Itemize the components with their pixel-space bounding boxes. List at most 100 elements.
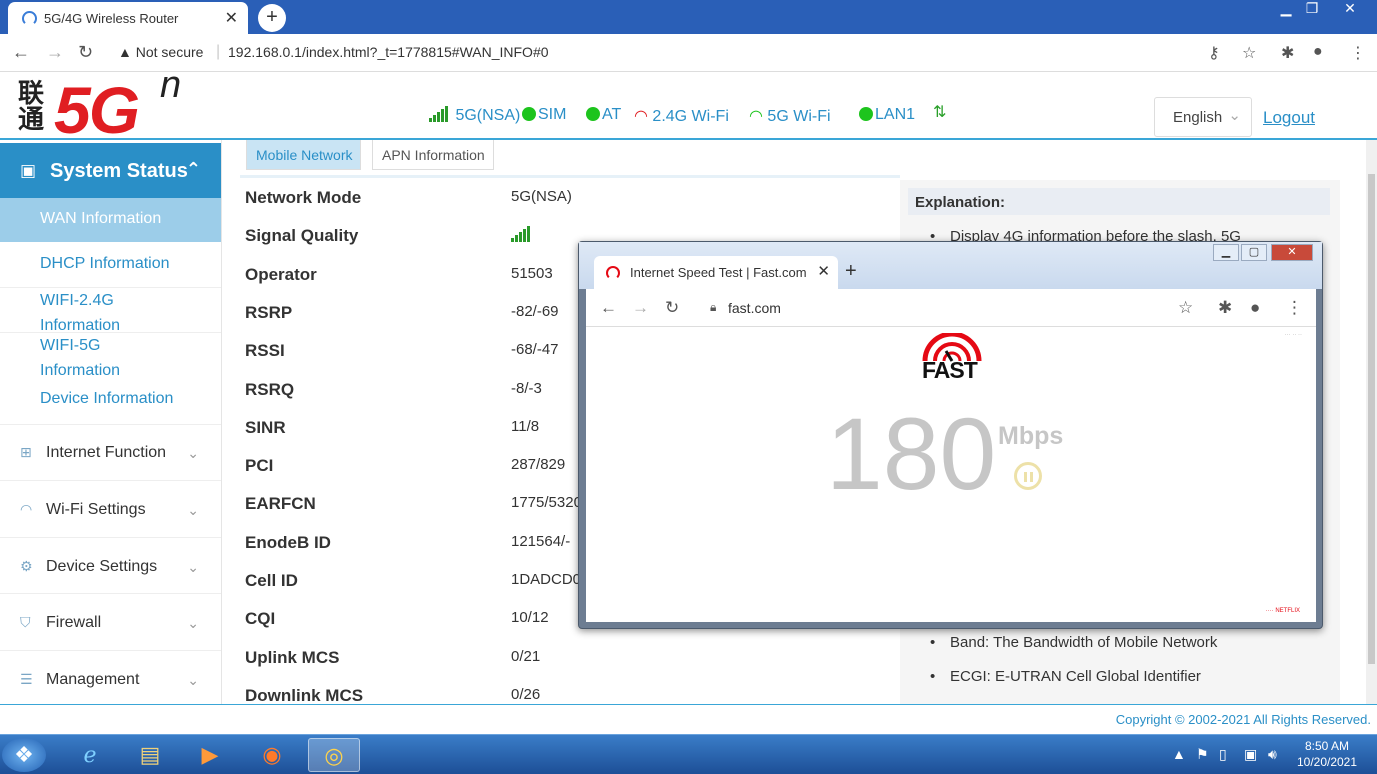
sidebar: ▣ System Status ⌃ WAN Information DHCP I… — [0, 140, 222, 704]
sim-dot-icon — [522, 107, 536, 121]
browser-tab[interactable]: 5G/4G Wireless Router ✕ — [8, 2, 248, 34]
browser-toolbar: ← → ↻ ▲ Not secure | 192.168.0.1/index.h… — [0, 34, 1377, 72]
shield-icon: ⛉ — [20, 614, 31, 630]
monitor-icon: ▣ — [20, 161, 37, 180]
top-links[interactable]: ··· ·· ·· — [1285, 332, 1302, 338]
new-tab-button[interactable]: + — [258, 4, 286, 32]
grid-icon: ⊞ — [20, 444, 32, 460]
sidebar-item-wifi-settings[interactable]: ◠ Wi-Fi Settings ⌄ — [0, 480, 221, 537]
scrollbar-thumb[interactable] — [1368, 174, 1375, 664]
tab-favicon-icon — [22, 11, 37, 26]
back-icon[interactable]: ← — [600, 298, 617, 318]
row-value: -8/-3 — [511, 379, 542, 397]
firefox-icon[interactable]: ◉ — [246, 738, 298, 772]
close-window-icon[interactable]: ✕ — [1271, 244, 1313, 261]
explanation-item: Band: The Bandwidth of Mobile Network — [930, 634, 1217, 651]
row-value: 5G(NSA) — [511, 188, 572, 205]
sidebar-item-firewall[interactable]: ⛉ Firewall ⌄ — [0, 593, 221, 650]
row-value: 51503 — [511, 264, 553, 282]
network-icon[interactable]: ▣ — [1244, 746, 1257, 763]
popup-tab-title: Internet Speed Test | Fast.com — [630, 265, 807, 280]
system-status-menu[interactable]: ▣ System Status ⌃ — [0, 143, 221, 198]
at-dot-icon — [586, 107, 600, 121]
row-value: 287/829 — [511, 456, 566, 474]
tab-underline — [240, 175, 900, 178]
profile-icon[interactable]: ● — [1313, 43, 1323, 61]
speedtest-browser-window[interactable]: Internet Speed Test | Fast.com ✕ + ▁ ▢ ✕… — [578, 241, 1323, 629]
explanation-title: Explanation: — [908, 188, 1330, 215]
pause-icon[interactable] — [1014, 462, 1042, 490]
action-center-icon[interactable]: ⚑ — [1196, 746, 1209, 763]
sidebar-item-wan-information[interactable]: WAN Information — [0, 198, 221, 242]
popup-titlebar: Internet Speed Test | Fast.com ✕ + ▁ ▢ ✕ — [579, 242, 1322, 289]
file-explorer-icon[interactable]: ▤ — [124, 738, 176, 772]
menu-dots-icon[interactable]: ⋮ — [1350, 43, 1366, 63]
logout-link[interactable]: Logout — [1263, 108, 1315, 128]
sidebar-item-device-information[interactable]: Device Information — [0, 390, 221, 408]
row-label: RSRP — [245, 302, 293, 322]
key-icon[interactable]: ⚷ — [1208, 43, 1220, 63]
tab-mobile-network[interactable]: Mobile Network — [246, 140, 362, 170]
maximize-icon[interactable]: ▢ — [1241, 244, 1267, 261]
chrome-icon[interactable]: ◎ — [308, 738, 360, 772]
bookmark-star-icon[interactable]: ☆ — [1242, 43, 1256, 63]
netflix-badge: ···· NETFLIX — [1265, 608, 1300, 614]
sidebar-item-wifi5-information[interactable]: WIFI-5G Information — [0, 332, 221, 383]
row-label: EnodeB ID — [245, 532, 331, 552]
internet-explorer-icon[interactable]: ℯ — [64, 738, 116, 772]
language-select[interactable]: English — [1154, 97, 1252, 137]
url-field[interactable]: 192.168.0.1/index.html?_t=1778815#WAN_IN… — [228, 44, 549, 60]
fast-logo-text: FAST — [922, 357, 978, 383]
device-icon[interactable]: ▯ — [1219, 746, 1227, 763]
new-tab-button[interactable]: + — [845, 260, 857, 283]
sidebar-item-wifi24-information[interactable]: WIFI-2.4G Information — [0, 287, 221, 338]
close-tab-icon[interactable]: ✕ — [817, 262, 830, 280]
sidebar-item-management[interactable]: ☰ Management ⌄ — [0, 650, 221, 704]
back-icon[interactable]: ← — [12, 42, 30, 63]
close-tab-icon[interactable]: ✕ — [225, 8, 238, 28]
row-label: SINR — [245, 417, 286, 437]
minimize-icon[interactable]: ▁ — [1213, 244, 1239, 261]
row-label: Uplink MCS — [245, 647, 340, 667]
network-mode-status: 5G(NSA) — [455, 107, 521, 124]
data-transfer-icon: ⇅ — [933, 104, 947, 121]
sidebar-item-device-settings[interactable]: ⚙ Device Settings ⌄ — [0, 537, 221, 593]
sidebar-item-internet-function[interactable]: ⊞ Internet Function ⌄ — [0, 424, 221, 480]
popup-toolbar: ← → ↻ 🔒︎ fast.com ☆ ✱ ● ⋮ — [586, 289, 1316, 327]
bookmark-star-icon[interactable]: ☆ — [1178, 298, 1193, 318]
row-label: EARFCN — [245, 494, 316, 514]
row-value: 10/12 — [511, 609, 549, 627]
copyright-text: Copyright © 2002-2021 All Rights Reserve… — [1115, 712, 1371, 727]
reload-icon[interactable]: ↻ — [665, 298, 679, 318]
row-value: 121564/- — [511, 532, 571, 550]
forward-icon[interactable]: → — [632, 298, 649, 318]
popup-tab[interactable]: Internet Speed Test | Fast.com ✕ — [594, 256, 838, 289]
not-secure-label[interactable]: ▲ Not secure — [118, 44, 203, 60]
popup-url-field[interactable]: fast.com — [728, 300, 781, 316]
at-status: AT — [586, 106, 621, 124]
tab-apn-information[interactable]: APN Information — [372, 140, 494, 170]
volume-icon[interactable]: 🔊︎ — [1268, 746, 1277, 763]
tray-expand-icon[interactable]: ▲ — [1172, 746, 1186, 762]
wifi5-status: ◠ 5G Wi-Fi — [749, 108, 831, 125]
profile-icon[interactable]: ● — [1250, 298, 1260, 318]
close-window-icon[interactable]: ✕ — [1336, 0, 1364, 18]
extensions-icon[interactable]: ✱ — [1218, 298, 1232, 318]
system-status-label: System Status — [50, 160, 188, 182]
menu-dots-icon[interactable]: ⋮ — [1286, 298, 1303, 318]
wifi-icon: ◠ — [20, 501, 33, 517]
sidebar-item-dhcp-information[interactable]: DHCP Information — [0, 255, 221, 273]
media-player-icon[interactable]: ▶ — [184, 738, 236, 772]
extensions-icon[interactable]: ✱ — [1281, 43, 1294, 63]
restore-icon[interactable]: ❐ — [1298, 0, 1326, 18]
start-button-icon[interactable]: ❖ — [2, 738, 46, 772]
taskbar-clock[interactable]: 8:50 AM 10/20/2021 — [1296, 738, 1358, 770]
clock-time: 8:50 AM — [1304, 739, 1350, 753]
minimize-icon[interactable]: ▁ — [1272, 0, 1300, 18]
page-scrollbar[interactable] — [1366, 140, 1377, 704]
wifi-green-icon: ◠ — [749, 108, 763, 125]
forward-icon[interactable]: → — [46, 42, 64, 63]
reload-icon[interactable]: ↻ — [78, 42, 93, 63]
row-value: 1775/5320 — [511, 494, 582, 512]
row-label: CQI — [245, 609, 276, 629]
